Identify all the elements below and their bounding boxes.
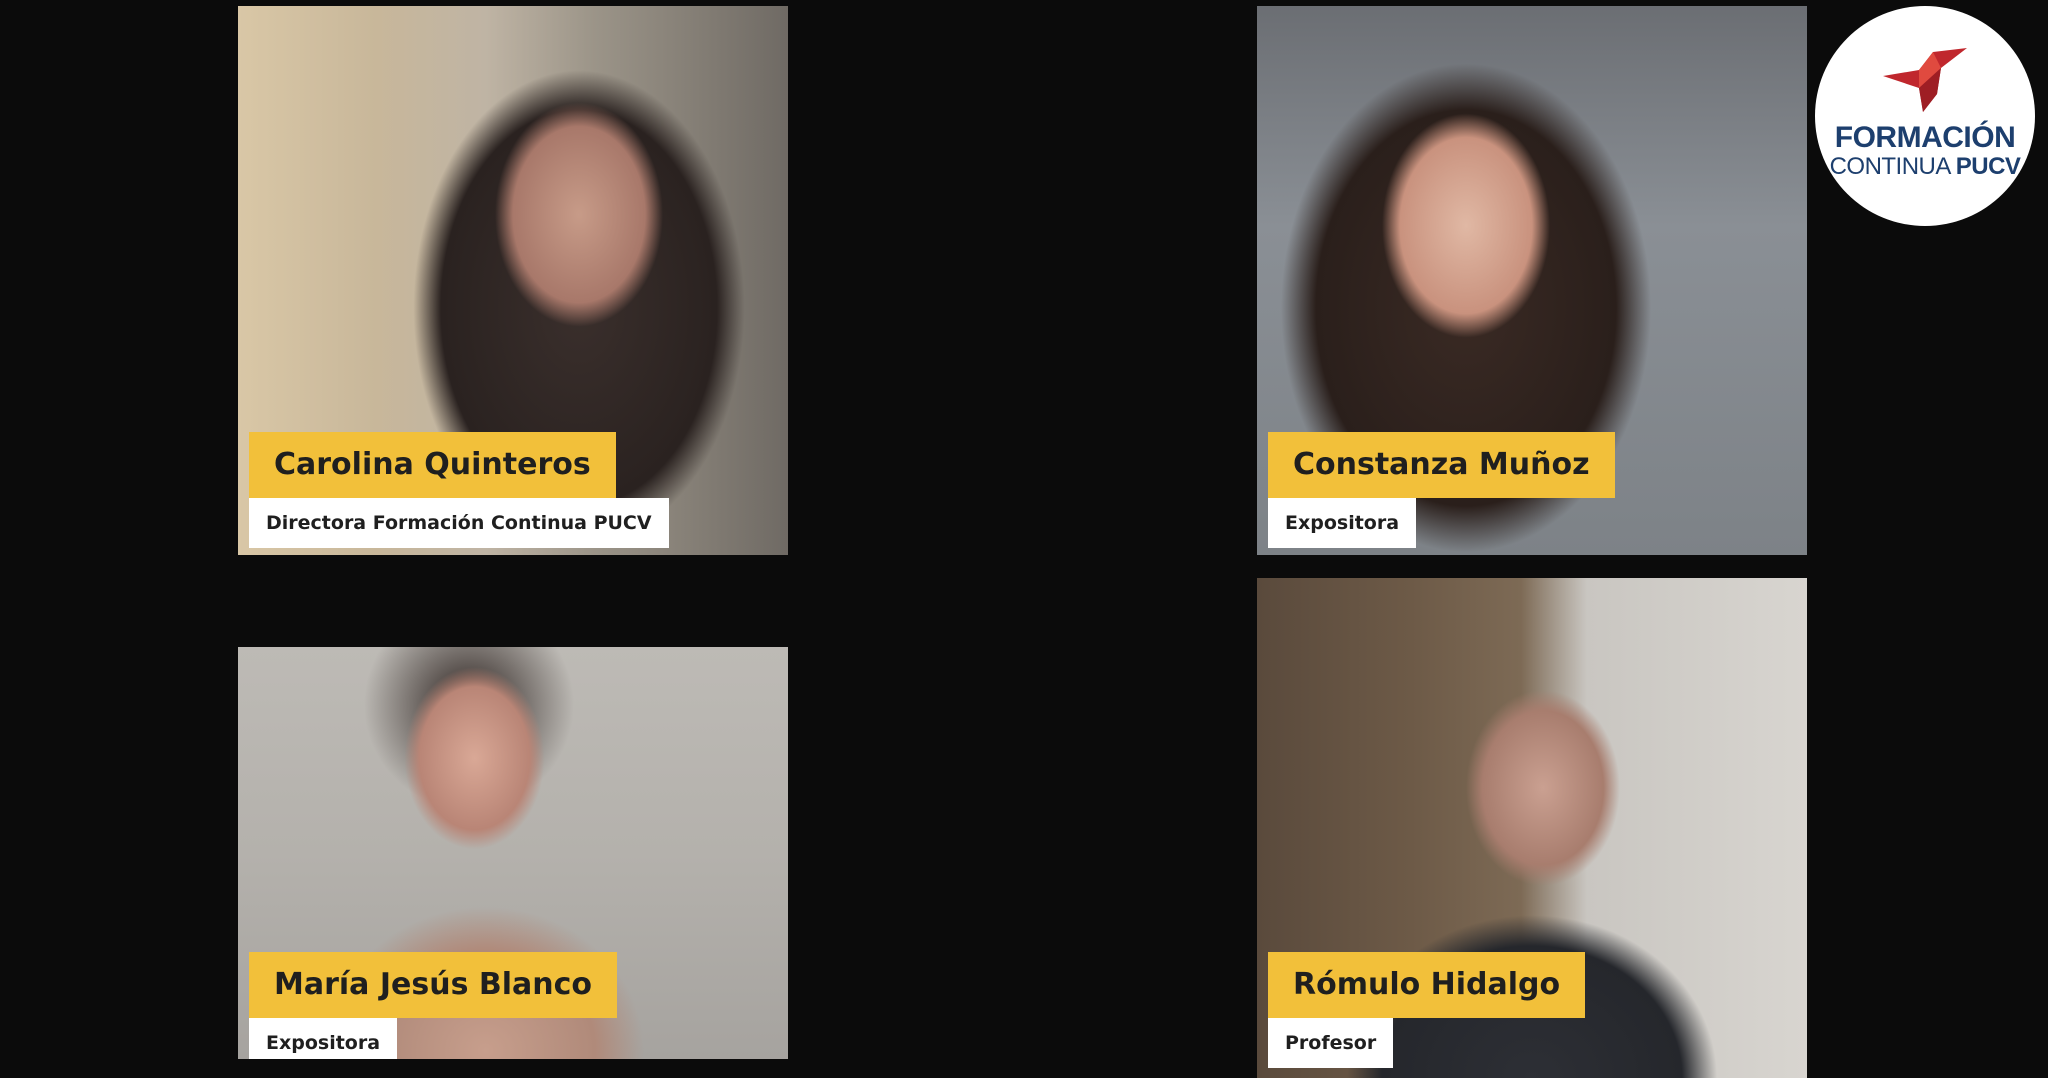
- logo-subtitle-prefix: CONTINUA: [1829, 153, 1956, 180]
- participant-tile-romulo-hidalgo[interactable]: Rómulo Hidalgo Profesor: [1257, 578, 1807, 1078]
- participant-tile-maria-jesus-blanco[interactable]: María Jesús Blanco Expositora: [238, 647, 788, 1059]
- paper-bird-icon: [1883, 48, 1967, 112]
- participant-role-tag: Expositora: [249, 1018, 398, 1059]
- logo-subtitle: CONTINUA PUCV: [1830, 154, 2021, 180]
- participant-role-tag: Profesor: [1268, 1018, 1394, 1068]
- participant-name-tag: Carolina Quinteros: [249, 432, 616, 498]
- video-call-stage: Carolina Quinteros Directora Formación C…: [0, 0, 2048, 1078]
- formacion-continua-pucv-logo: FORMACIÓN CONTINUA PUCV: [1815, 6, 2035, 226]
- participant-role-tag: Expositora: [1268, 498, 1417, 548]
- participant-role-tag: Directora Formación Continua PUCV: [249, 498, 669, 548]
- logo-title: FORMACIÓN: [1834, 121, 2016, 154]
- logo-subtitle-bold: PUCV: [1955, 153, 2021, 180]
- participant-name-tag: Constanza Muñoz: [1268, 432, 1615, 498]
- participant-name-tag: María Jesús Blanco: [249, 952, 618, 1018]
- participant-tile-constanza-munoz[interactable]: Constanza Muñoz Expositora: [1257, 6, 1807, 555]
- participant-tile-carolina-quinteros[interactable]: Carolina Quinteros Directora Formación C…: [238, 6, 788, 555]
- participant-name-tag: Rómulo Hidalgo: [1268, 952, 1586, 1018]
